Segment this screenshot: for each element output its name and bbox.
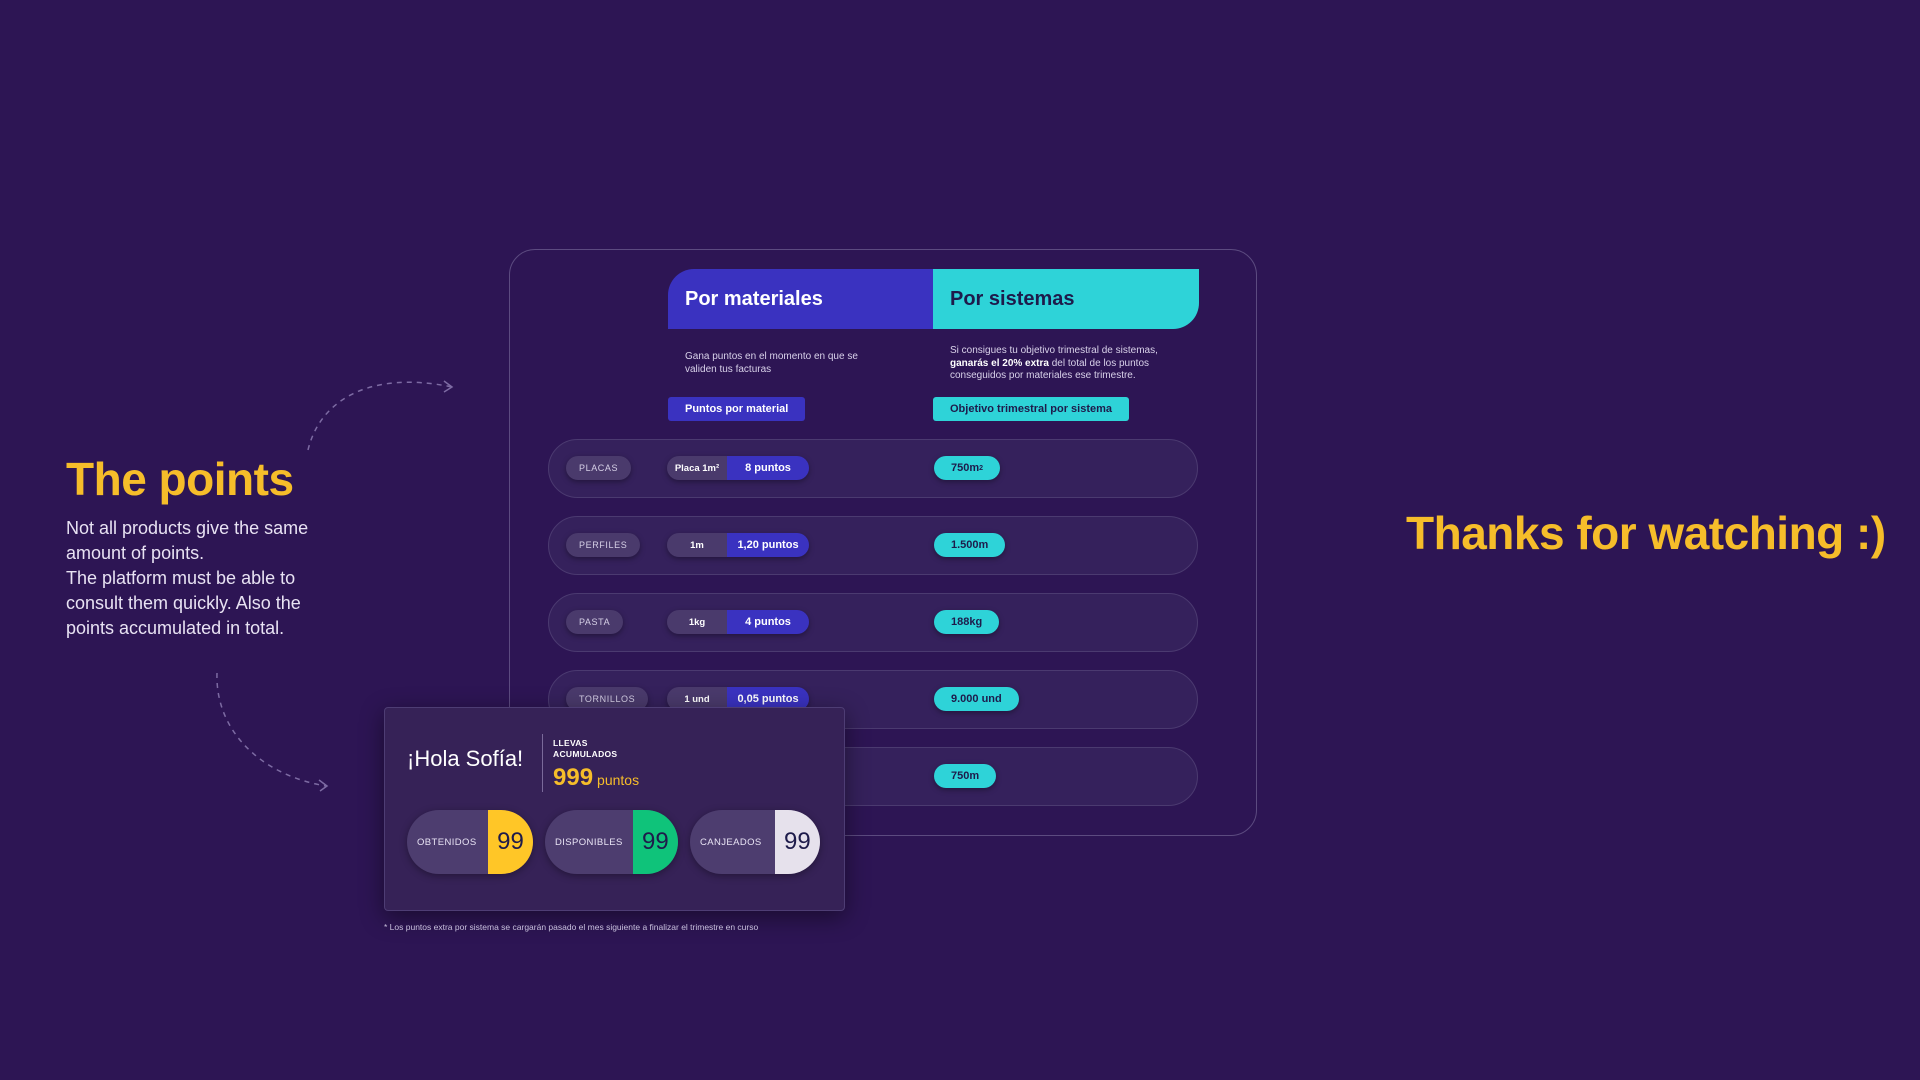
systems-description: Si consigues tu objetivo trimestral de s… [950,345,1190,383]
total-points-unit: puntos [597,772,640,788]
material-unit: Placa 1m² [667,456,727,480]
material-points-pill: Placa 1m² 8 puntos [667,456,809,480]
system-target: 750m [951,462,980,474]
material-points: 8 puntos [727,456,809,480]
accumulated-label-line: LLEVAS [553,738,588,748]
table-row[interactable]: PLACAS Placa 1m² 8 puntos 750m 2 [548,439,1198,498]
thanks-message: Thanks for watching :) [1406,507,1886,559]
materials-header: Por materiales [668,269,933,329]
accumulated-total: 999 puntos [553,764,639,792]
system-target-superscript: 2 [979,464,984,472]
points-title: The points [66,453,294,505]
system-target-pill: 1.500m [934,533,1006,557]
row-label: PASTA [566,610,624,634]
systems-header: Por sistemas [933,269,1199,329]
table-row[interactable]: PERFILES 1m 1,20 puntos 1.500m [548,516,1198,575]
points-summary-card: ¡Hola Sofía! LLEVAS ACUMULADOS 999 puntos… [384,707,845,911]
row-label: PERFILES [566,533,641,557]
stat-value: 99 [487,810,533,874]
greeting: ¡Hola Sofía! [407,746,524,771]
table-row[interactable]: PASTA 1kg 4 puntos 188kg [548,593,1198,652]
system-target: 9.000 und [951,693,1002,705]
points-description: Not all products give the same amount of… [66,516,326,641]
material-unit: 1m [667,533,727,557]
stat-obtained[interactable]: OBTENIDOS 99 [407,810,533,874]
divider [542,734,543,792]
points-description-line: The platform must be able to [66,568,296,588]
stat-redeemed[interactable]: CANJEADOS 99 [690,810,820,874]
stat-available[interactable]: DISPONIBLES 99 [545,810,678,874]
system-target: 1.500m [951,539,989,551]
system-target-pill: 750m [934,764,997,788]
points-description-line: Not all products give the same [66,518,309,538]
system-target-pill: 9.000 und [934,687,1019,711]
points-description-line: consult them quickly. Also the [66,593,301,613]
footnote: * Los puntos extra por sistema se cargar… [384,922,759,932]
stat-value: 99 [774,810,820,874]
stat-label: DISPONIBLES [555,836,623,848]
material-points-pill: 1m 1,20 puntos [667,533,809,557]
stat-label: OBTENIDOS [417,836,477,848]
total-points-value: 999 [553,764,594,791]
material-unit: 1kg [667,610,727,634]
systems-description-bold: ganarás el 20% extra [950,357,1049,369]
accumulated-label: LLEVAS ACUMULADOS [553,738,617,760]
stat-value: 99 [632,810,678,874]
accumulated-label-line: ACUMULADOS [553,749,618,759]
system-target: 188kg [951,616,983,628]
material-points-pill: 1kg 4 puntos [667,610,809,634]
system-target-pill: 188kg [934,610,1000,634]
materials-description: Gana puntos en el momento en que se vali… [685,351,858,375]
material-points: 4 puntos [727,610,809,634]
row-label: PLACAS [566,456,632,480]
systems-description-pre: Si consigues tu objetivo trimestral de s… [950,345,1158,356]
material-points: 1,20 puntos [727,533,809,557]
materials-tag: Puntos por material [668,397,806,421]
points-description-line: points accumulated in total. [66,618,285,638]
systems-tag: Objetivo trimestral por sistema [933,397,1129,421]
system-target-pill: 750m 2 [934,456,1001,480]
system-target: 750m [951,770,980,782]
points-description-line: amount of points. [66,543,205,563]
stat-label: CANJEADOS [700,836,762,848]
